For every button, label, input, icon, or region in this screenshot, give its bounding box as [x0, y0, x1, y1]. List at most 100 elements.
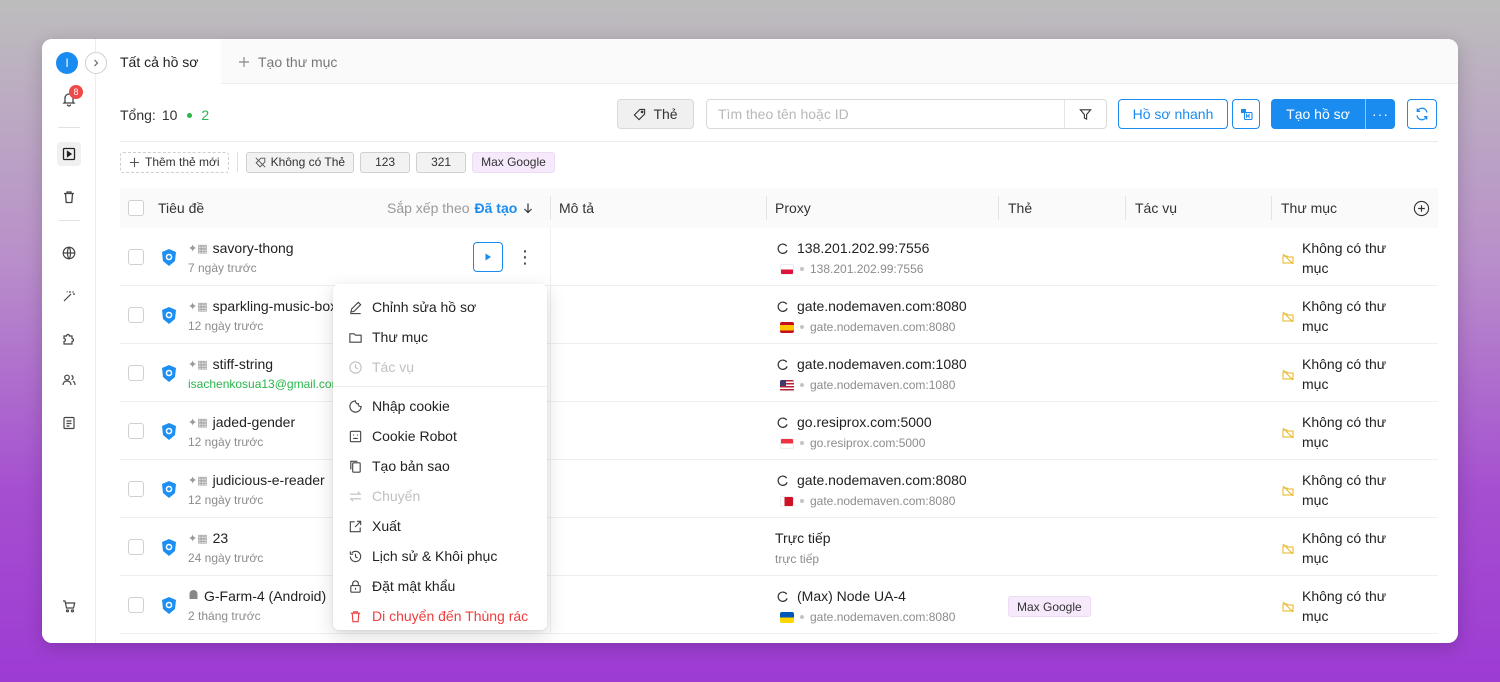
- folder-name-cont: mục: [1302, 434, 1329, 450]
- row-checkbox[interactable]: [128, 539, 144, 555]
- globe-icon[interactable]: [57, 241, 81, 265]
- menu-item-import-cookie[interactable]: Nhập cookie: [333, 391, 547, 421]
- total-count: 10: [161, 107, 178, 123]
- menu-item-cookie-robot[interactable]: Cookie Robot: [333, 421, 547, 451]
- profile-name-line[interactable]: ✦▦ sparkling-music-box: [188, 298, 337, 314]
- document-icon[interactable]: [57, 411, 81, 435]
- proxy-name: gate.nodemaven.com:1080: [776, 356, 967, 372]
- refresh-button[interactable]: [1407, 99, 1437, 129]
- clock-icon: [349, 360, 362, 374]
- folder-name-cont: mục: [1302, 318, 1329, 334]
- create-profile-label: Tạo hồ sơ: [1286, 106, 1350, 122]
- folder-cell: Không có thư mục: [1282, 412, 1386, 452]
- quick-profile-icon-button[interactable]: [1232, 99, 1260, 129]
- profile-name-line[interactable]: G-Farm-4 (Android): [188, 588, 326, 604]
- tag-chip[interactable]: 321: [416, 151, 467, 173]
- menu-item-history-restore[interactable]: Lịch sử & Khôi phục: [333, 541, 547, 571]
- search-input[interactable]: [718, 106, 1058, 122]
- search-field[interactable]: [706, 99, 1107, 129]
- extension-puzzle-icon[interactable]: [57, 326, 81, 350]
- chip-divider: [236, 152, 238, 172]
- folder-off-icon: [1282, 424, 1294, 452]
- sort-value: Đã tạo: [474, 200, 518, 216]
- profile-created: 24 ngày trước: [188, 551, 264, 565]
- expand-sidebar-button[interactable]: [85, 52, 107, 74]
- add-column-button[interactable]: [1413, 188, 1430, 228]
- menu-item-set-password[interactable]: Đặt mật khẩu: [333, 571, 547, 601]
- toolbar-divider: [120, 141, 1438, 142]
- tag-chip[interactable]: Max Google: [1008, 596, 1091, 617]
- create-profile-button[interactable]: Tạo hồ sơ ···: [1271, 99, 1395, 129]
- magic-wand-icon[interactable]: [57, 284, 81, 308]
- profiles-icon[interactable]: [57, 142, 81, 166]
- row-checkbox[interactable]: [128, 481, 144, 497]
- row-checkbox[interactable]: [128, 423, 144, 439]
- filter-button[interactable]: [1064, 100, 1106, 128]
- browser-profile-icon: [158, 421, 180, 443]
- select-all-checkbox[interactable]: [128, 188, 144, 228]
- avatar[interactable]: I: [56, 52, 78, 74]
- row-checkbox[interactable]: [128, 597, 144, 613]
- play-icon: [485, 253, 491, 261]
- proxy-address: gate.nodemaven.com:8080: [810, 494, 956, 508]
- row-checkbox[interactable]: [128, 307, 144, 323]
- table-row[interactable]: ✦▦ jaded-gender 12 ngày trước go.resiprox…: [120, 402, 1438, 460]
- folder-name: Không có thư: [1302, 588, 1387, 604]
- column-divider: [550, 518, 551, 575]
- proxy-address: gate.nodemaven.com:8080: [810, 610, 956, 624]
- table-row[interactable]: ✦▦ sparkling-music-box 12 ngày trước gate…: [120, 286, 1438, 344]
- app-window: I 8 Tất cả hồ sơ Tạo thư mục Tổng: 10 2 …: [42, 39, 1458, 643]
- menu-item-export[interactable]: Xuất: [333, 511, 547, 541]
- add-tag-button[interactable]: Thêm thẻ mới: [120, 151, 229, 173]
- menu-item-duplicate[interactable]: Tạo bản sao: [333, 451, 547, 481]
- profile-name: savory-thong: [212, 240, 294, 256]
- menu-label: Chỉnh sửa hồ sơ: [372, 299, 477, 315]
- sidebar-divider: [58, 127, 80, 128]
- quick-profile-button[interactable]: Hồ sơ nhanh: [1118, 99, 1228, 129]
- header-proxy: Proxy: [775, 200, 811, 216]
- proxy-address: 138.201.202.99:7556: [810, 262, 924, 276]
- proxy-name: (Max) Node UA-4: [776, 588, 906, 604]
- table-row[interactable]: ✦▦ 23 24 ngày trước Trực tiếp trực tiếp K…: [120, 518, 1438, 576]
- tag-chip[interactable]: 123: [360, 151, 411, 173]
- tab-new-folder[interactable]: Tạo thư mục: [238, 39, 337, 84]
- profile-name-line[interactable]: ✦▦ stiff-string: [188, 356, 273, 372]
- folder-cell: Không có thư mục: [1282, 296, 1386, 336]
- tag-icon: [634, 108, 646, 120]
- create-more-button[interactable]: ···: [1365, 99, 1395, 129]
- table-row[interactable]: ✦▦ savory-thong 7 ngày trước ⋮ 138.201.20…: [120, 228, 1438, 286]
- profile-name-line[interactable]: ✦▦ jaded-gender: [188, 414, 295, 430]
- cart-icon[interactable]: [57, 594, 81, 618]
- browser-profile-icon: [158, 247, 180, 269]
- refresh-icon: [1416, 107, 1428, 121]
- trash-icon: [350, 610, 361, 622]
- tag-button[interactable]: Thẻ: [617, 99, 694, 129]
- team-users-icon[interactable]: [57, 368, 81, 392]
- tab-all-profiles[interactable]: Tất cả hồ sơ: [96, 39, 221, 84]
- tag-chip[interactable]: Max Google: [472, 151, 555, 173]
- os-icon: ✦▦: [188, 300, 208, 313]
- proxy-value: gate.nodemaven.com:1080: [797, 356, 967, 372]
- menu-item-move-to-trash[interactable]: Di chuyển đến Thùng rác: [333, 601, 547, 631]
- row-checkbox[interactable]: [128, 249, 144, 265]
- profile-name-line[interactable]: ✦▦ savory-thong: [188, 240, 294, 256]
- header-task: Tác vụ: [1135, 200, 1178, 216]
- proxy-value: gate.nodemaven.com:8080: [797, 472, 967, 488]
- no-tag-chip[interactable]: Không có Thẻ: [245, 151, 355, 173]
- more-actions-button[interactable]: ⋮: [516, 242, 534, 272]
- os-icon: ✦▦: [188, 242, 208, 255]
- profile-name-line[interactable]: ✦▦ judicious-e-reader: [188, 472, 325, 488]
- profile-name-line[interactable]: ✦▦ 23: [188, 530, 228, 546]
- plus-circle-icon: [1413, 200, 1430, 216]
- row-checkbox[interactable]: [128, 365, 144, 381]
- column-divider: [550, 576, 551, 633]
- menu-item-edit-profile[interactable]: Chỉnh sửa hồ sơ: [333, 292, 547, 322]
- column-divider: [1125, 196, 1126, 220]
- start-profile-button[interactable]: [473, 242, 503, 272]
- table-row[interactable]: ✦▦ judicious-e-reader 12 ngày trước gate.…: [120, 460, 1438, 518]
- table-row[interactable]: G-Farm-4 (Android) 2 tháng trước (Max) N…: [120, 576, 1438, 634]
- sort-control[interactable]: Sắp xếp theo Đã tạo: [387, 188, 534, 228]
- menu-item-folder[interactable]: Thư mục: [333, 322, 547, 352]
- table-row[interactable]: ✦▦ stiff-string isachenkosua13@gmail.com …: [120, 344, 1438, 402]
- trash-icon[interactable]: [57, 185, 81, 209]
